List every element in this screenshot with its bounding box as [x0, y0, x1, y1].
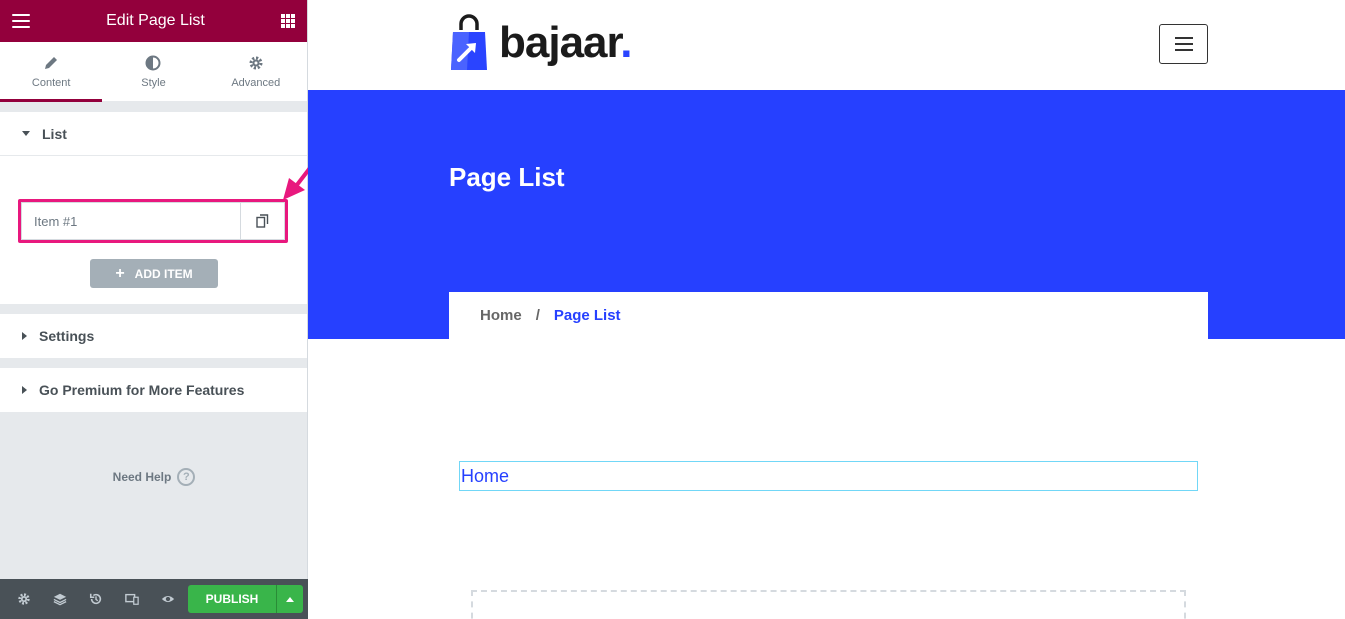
eye-icon [161, 595, 175, 603]
breadcrumb-home-link[interactable]: Home [480, 307, 522, 324]
pencil-icon [45, 56, 58, 69]
tab-content[interactable]: Content [0, 42, 103, 102]
tab-advanced[interactable]: Advanced [205, 42, 307, 101]
add-item-button[interactable]: + ADD ITEM [90, 259, 218, 288]
editor-panel: Edit Page List Content Style Advanced Li… [0, 0, 308, 619]
panel-title: Edit Page List [106, 12, 205, 29]
plus-icon: + [115, 264, 125, 282]
panel-footer: PUBLISH [0, 579, 308, 619]
need-help-link[interactable]: Need Help ? [0, 468, 308, 486]
widgets-grid-icon[interactable] [280, 14, 295, 28]
duplicate-button[interactable] [240, 203, 284, 239]
logo-dot: . [620, 18, 632, 67]
caret-right-icon [22, 332, 27, 340]
gear-icon [249, 56, 263, 69]
breadcrumb: Home / Page List [449, 292, 1208, 339]
navigator-button[interactable] [42, 579, 78, 619]
breadcrumb-separator: / [535, 307, 540, 324]
premium-section-header[interactable]: Go Premium for More Features [0, 368, 307, 412]
list-section-body: Item #1 + ADD ITEM [0, 156, 307, 304]
add-item-label: ADD ITEM [134, 266, 193, 281]
caret-right-icon [22, 386, 27, 394]
settings-section-title: Settings [39, 328, 95, 344]
need-help-label: Need Help [112, 470, 172, 484]
logo-text: bajaar [499, 18, 621, 67]
history-button[interactable] [78, 579, 114, 619]
publish-button[interactable]: PUBLISH [188, 585, 276, 613]
page-preview: bajaar. Page List Home / Page List Home [308, 0, 1345, 619]
add-section-dropzone[interactable] [471, 590, 1186, 619]
settings-footer-button[interactable] [6, 579, 42, 619]
list-section: List Item #1 + ADD ITEM [0, 112, 307, 304]
page-list-item-home[interactable]: Home [461, 466, 509, 487]
devices-icon [125, 593, 139, 605]
panel-tabs: Content Style Advanced [0, 42, 307, 102]
shopping-bag-icon [451, 14, 487, 70]
page-list-widget[interactable]: Home [459, 461, 1198, 491]
caret-down-icon [22, 131, 30, 136]
premium-section: Go Premium for More Features [0, 368, 307, 412]
repeater-item[interactable]: Item #1 [21, 202, 285, 240]
panel-header: Edit Page List [0, 0, 307, 42]
question-icon: ? [177, 468, 196, 486]
settings-section: Settings [0, 314, 307, 358]
history-icon [89, 593, 102, 605]
gear-icon [18, 593, 30, 605]
hero-title: Page List [449, 162, 565, 192]
repeater-item-label[interactable]: Item #1 [22, 214, 240, 229]
tab-advanced-label: Advanced [231, 76, 281, 89]
list-section-header[interactable]: List [0, 112, 307, 156]
list-section-title: List [42, 125, 67, 142]
site-menu-button[interactable] [1159, 24, 1208, 64]
caret-up-icon [286, 596, 294, 602]
half-circle-icon [145, 55, 161, 70]
settings-section-header[interactable]: Settings [0, 314, 307, 358]
copy-icon [256, 214, 269, 228]
site-header: bajaar. [308, 0, 1345, 90]
premium-section-title: Go Premium for More Features [39, 382, 245, 398]
logo-wordmark: bajaar. [499, 18, 632, 68]
layers-icon [53, 593, 67, 606]
publish-options-button[interactable] [276, 585, 303, 613]
site-logo[interactable]: bajaar. [449, 14, 632, 72]
tab-style[interactable]: Style [102, 42, 204, 101]
breadcrumb-current: Page List [553, 307, 621, 324]
hamburger-menu-icon[interactable] [12, 14, 30, 28]
tab-style-label: Style [141, 76, 166, 89]
preview-button[interactable] [150, 579, 186, 619]
responsive-mode-button[interactable] [114, 579, 150, 619]
tab-content-label: Content [31, 76, 71, 89]
